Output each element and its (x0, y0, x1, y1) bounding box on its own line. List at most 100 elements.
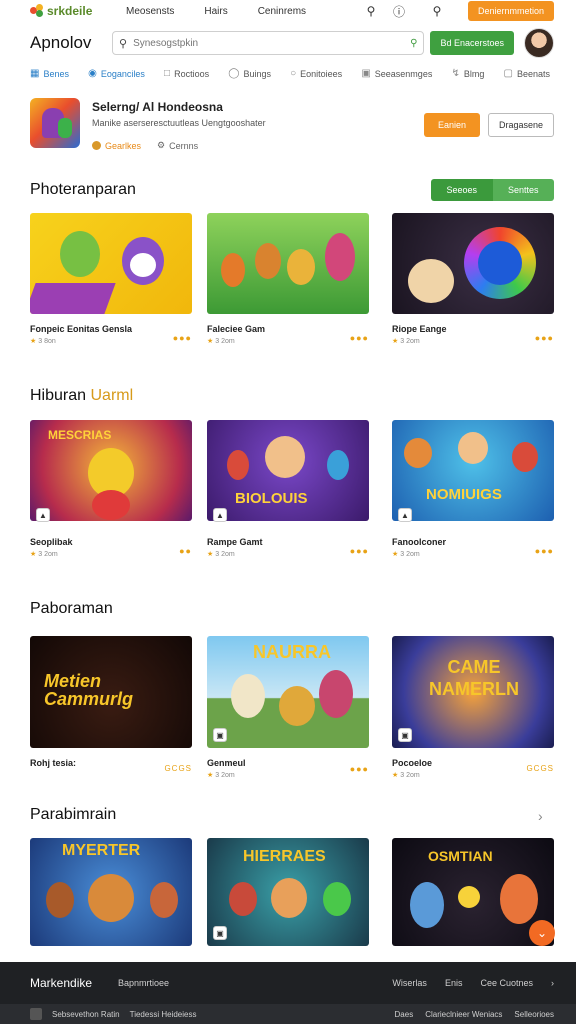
game-thumbnail[interactable]: NAURRA (207, 636, 369, 748)
thumb-title: MYERTER (62, 842, 141, 859)
segment-option[interactable]: Senttes (492, 179, 554, 201)
tab-category[interactable]: ◉ Eoganciles (88, 68, 145, 79)
game-card[interactable]: NAURRA ▣ Genmeul ★ 3 2om ●●● (207, 636, 369, 779)
tab-category[interactable]: ○ Eonitoiees (290, 68, 342, 79)
game-title: Rampe Gamt (207, 537, 263, 547)
avatar[interactable] (524, 28, 554, 58)
footer-bottom-link[interactable]: Daes (395, 1010, 414, 1019)
mic-icon[interactable]: ⚲ (410, 38, 417, 49)
game-title: Rohj tesia: (30, 758, 77, 768)
tag-icon: ▢ (503, 68, 513, 79)
game-rating: ★ 3 2om (392, 337, 420, 346)
footer-tagline: Bapnmrtioee (118, 978, 170, 988)
featured-title: Selerng/ Al Hondeosna (92, 100, 223, 114)
controller-icon: ◉ (88, 68, 97, 79)
platform-badge-icon: ▲ (398, 508, 412, 522)
tab-label: Blmg (463, 68, 485, 79)
footer-link[interactable]: Cee Cuotnes (480, 978, 533, 988)
category-tabs: ▦ Benes ◉ Eoganciles □ Roctioos ◯ Buings ○ Eo… (30, 68, 550, 79)
game-card[interactable]: BIOLOUIS ▲ Rampe Gamt ★ 3 2om ●●● (207, 420, 369, 558)
game-card[interactable]: NOMIUIGS ▲ Fanoolconer ★ 3 2om ●●● (392, 420, 554, 558)
tab-category[interactable]: ▢ Beenats (504, 68, 550, 79)
featured-secondary-button[interactable]: Dragasene (488, 113, 554, 137)
top-cta-button[interactable]: Deniernmmetion (467, 1, 554, 21)
featured-primary-button[interactable]: Eanien (424, 113, 480, 137)
footer-bottom-link[interactable]: Selleorioes (514, 1010, 554, 1019)
tab-category[interactable]: ▦ Benes (30, 68, 69, 79)
game-thumbnail[interactable]: BIOLOUIS (207, 420, 369, 521)
game-title: Pocoeloe (392, 758, 433, 768)
game-card[interactable]: MYERTER (30, 838, 192, 946)
square-icon: □ (164, 68, 171, 79)
chevron-right-icon[interactable]: › (551, 978, 554, 988)
game-title: Fanoolconer (392, 537, 447, 547)
game-card[interactable]: Riope Eange ★ 3 2om ●●● (392, 213, 554, 345)
game-thumbnail[interactable] (207, 213, 369, 314)
star-icon: ★ (30, 338, 37, 345)
search-icon[interactable]: ⚲ (364, 4, 378, 18)
footer-brand: Markendike (30, 976, 93, 990)
grid-icon: ▦ (30, 68, 40, 79)
rating-value: 3 2om (215, 550, 235, 558)
game-thumbnail[interactable]: MESCRIAS (30, 420, 192, 521)
game-rating: ★ 3 2om (392, 771, 420, 780)
footer-bottom-link[interactable]: Tiedessi Heideiess (130, 1010, 197, 1019)
footer-bottom: Sebsevethon Ratin Tiedessi Heideiess Dae… (0, 1004, 576, 1024)
green-action-button[interactable]: Bd Enacerstoes (430, 31, 514, 55)
gear-icon: ⚙ (157, 140, 166, 150)
top-nav-item[interactable]: Hairs (204, 6, 227, 17)
section-title-text: Hiburan (30, 387, 87, 404)
meta-label: Gearlkes (105, 140, 142, 151)
search-input[interactable] (133, 37, 411, 49)
footer-row: Markendike Bapnmrtioee Wiserlas Enis Cee… (30, 976, 554, 990)
footer-bottom-link[interactable]: Clarieclnieer Weniacs (425, 1010, 502, 1019)
game-thumbnail[interactable]: Metien Cammurlg (30, 636, 192, 748)
game-thumbnail[interactable]: CAME NAMERLN (392, 636, 554, 748)
section-title-text: Paboraman (30, 600, 113, 617)
game-thumbnail[interactable] (30, 213, 192, 314)
game-card[interactable]: Metien Cammurlg Rohj tesia: GCGS (30, 636, 192, 773)
search-bar[interactable]: ⚲ ⚲ (112, 31, 425, 55)
game-card[interactable]: MESCRIAS ▲ Seoplibak ★ 3 2om ●● (30, 420, 192, 558)
game-title: Faleciee Gam (207, 324, 266, 334)
segment-option[interactable]: Seeoes (431, 179, 493, 201)
thumb-title: OSMTIAN (428, 848, 493, 864)
game-card[interactable]: Faleciee Gam ★ 3 2om ●●● (207, 213, 369, 345)
game-thumbnail[interactable]: NOMIUIGS (392, 420, 554, 521)
brand-logo[interactable]: srkdeile (30, 4, 126, 18)
game-card[interactable]: HIERRAES ▣ (207, 838, 369, 946)
chevron-down-icon[interactable]: ⌄ (529, 920, 555, 946)
tab-category[interactable]: ↯ Blmg (451, 68, 484, 79)
tab-category[interactable]: □ Roctioos (164, 68, 209, 79)
footer-link[interactable]: Wiserlas (392, 978, 427, 988)
footer-links: Wiserlas Enis Cee Cuotnes › (392, 978, 554, 988)
top-nav-item[interactable]: Ceninrems (258, 6, 306, 17)
thumb-title: CAME NAMERLN (429, 657, 519, 699)
chevron-right-icon[interactable]: › (538, 808, 543, 824)
game-card[interactable]: Fonpeic Eonitas Gensla ★ 3 8on ●●● (30, 213, 192, 345)
footer-link[interactable]: Enis (445, 978, 463, 988)
info-icon[interactable]: ⓘ (392, 4, 406, 19)
game-thumbnail[interactable]: MYERTER (30, 838, 192, 946)
circle-icon: ○ (290, 68, 297, 79)
tab-label: Buings (243, 68, 271, 79)
game-rating: ★ 3 2om (207, 550, 235, 559)
thumb-title: HIERRAES (243, 848, 326, 865)
game-card[interactable]: CAME NAMERLN ▣ Pocoeloe ★ 3 2om GCGS (392, 636, 554, 779)
top-nav-item[interactable]: Meosensts (126, 6, 174, 17)
game-thumbnail[interactable] (392, 213, 554, 314)
section-title: Parabimrain (30, 806, 116, 824)
section-title: Photeranparan (30, 181, 136, 199)
search-icon[interactable]: ⚲ (430, 4, 444, 18)
featured-app-icon[interactable] (30, 98, 80, 148)
platform-badge-icon: ▣ (213, 728, 227, 742)
search-icon: ⚲ (119, 37, 128, 50)
tab-category[interactable]: ▣ Seeasenmges (361, 68, 432, 79)
footer-bottom-link[interactable]: Sebsevethon Ratin (52, 1010, 120, 1019)
tab-label: Seeasenmges (374, 68, 433, 79)
thumb-title: Metien Cammurlg (44, 671, 134, 709)
tab-category[interactable]: ◯ Buings (228, 68, 271, 79)
tab-label: Eoganciles (100, 68, 145, 79)
game-thumbnail[interactable]: HIERRAES (207, 838, 369, 946)
rating-dots: ●● (179, 546, 192, 556)
